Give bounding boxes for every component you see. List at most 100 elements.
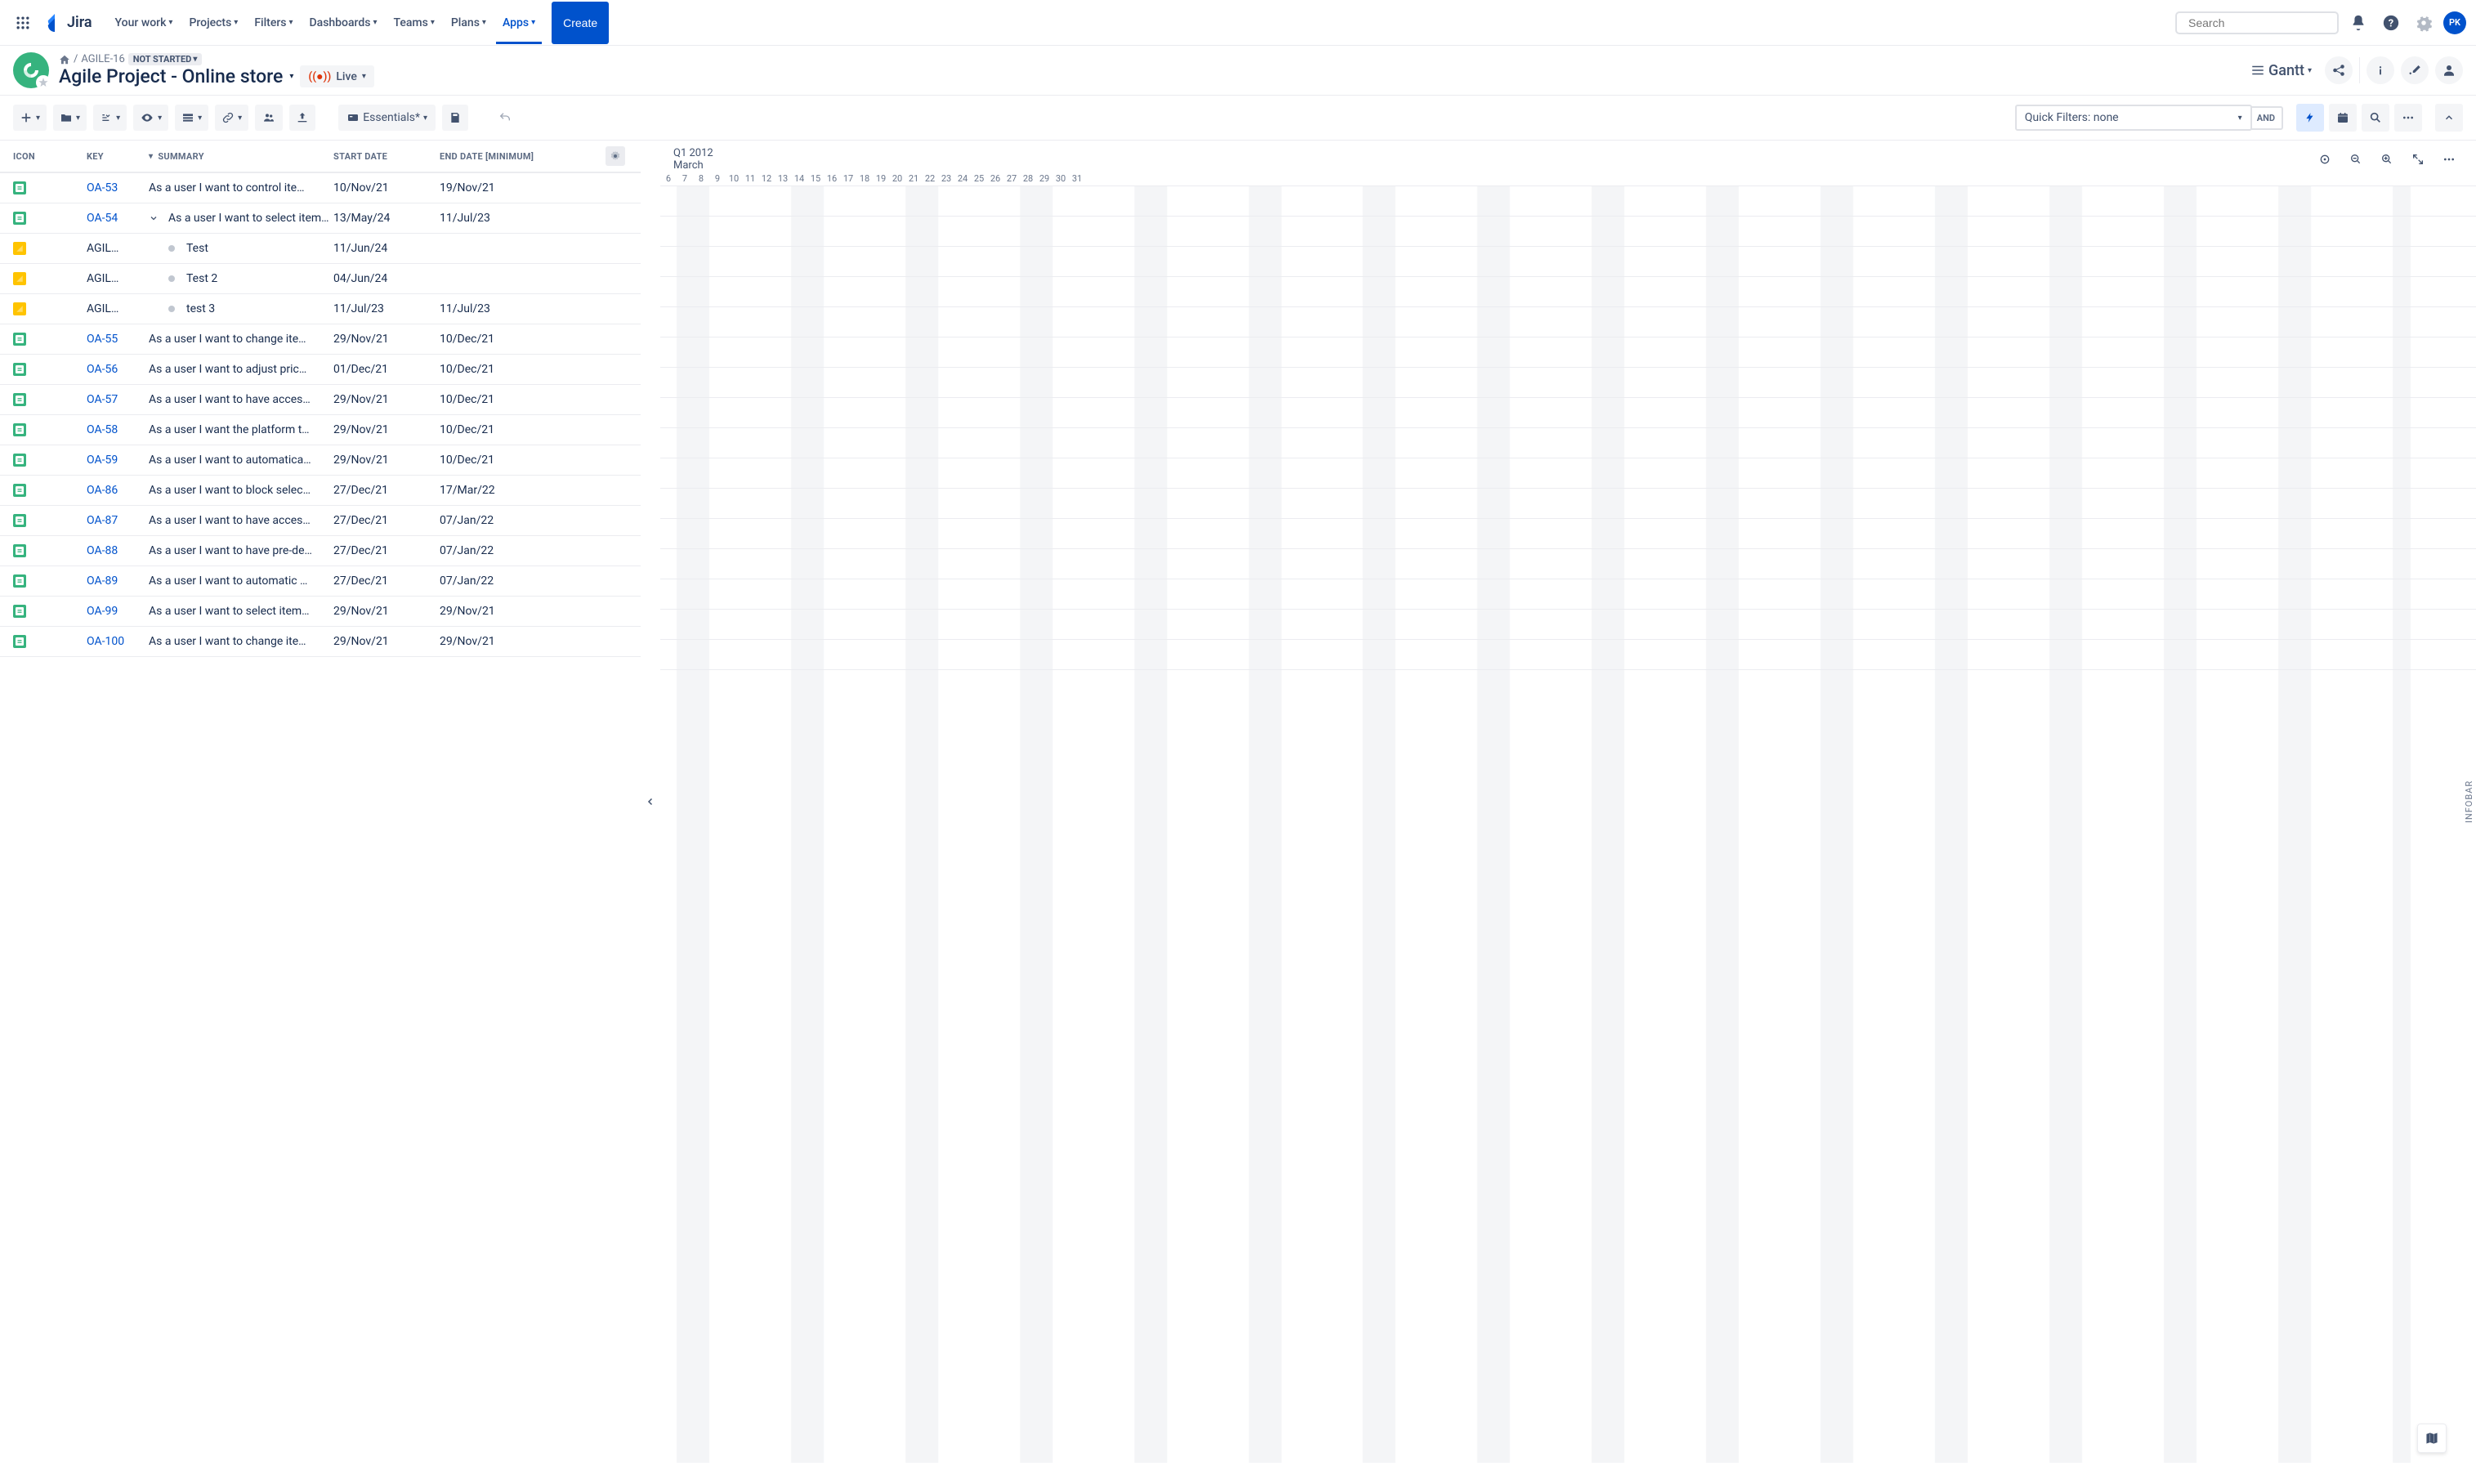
user-avatar[interactable]: PK — [2443, 11, 2466, 34]
table-row[interactable]: OA-86As a user I want to block selecte…2… — [0, 476, 641, 506]
table-row[interactable]: OA-88As a user I want to have pre-defi…2… — [0, 536, 641, 566]
gantt-row[interactable] — [660, 489, 2476, 519]
zoom-in-button[interactable] — [2373, 145, 2401, 173]
save-button[interactable] — [442, 105, 468, 131]
infobar-toggle[interactable]: INFOBAR — [2462, 774, 2476, 829]
table-row[interactable]: AGIL…test 311/Jul/2311/Jul/23 — [0, 294, 641, 324]
sort-button[interactable]: ▾ — [93, 105, 127, 131]
config-button[interactable] — [2401, 56, 2429, 84]
add-button[interactable]: ▾ — [13, 105, 47, 131]
col-header-key[interactable]: KEY — [87, 151, 149, 162]
status-badge[interactable]: NOT STARTED▾ — [128, 53, 203, 65]
gantt-row[interactable] — [660, 579, 2476, 610]
issue-key[interactable]: OA-100 — [87, 635, 124, 648]
table-row[interactable]: OA-99As a user I want to select items f…… — [0, 597, 641, 627]
issue-key[interactable]: OA-59 — [87, 454, 118, 467]
collapse-button[interactable] — [2435, 104, 2463, 132]
issue-key[interactable]: OA-99 — [87, 605, 118, 618]
gantt-row[interactable] — [660, 398, 2476, 428]
visibility-button[interactable]: ▾ — [133, 105, 168, 131]
breadcrumb-project[interactable]: AGILE-16 — [81, 53, 124, 65]
nav-filters[interactable]: Filters▾ — [248, 2, 299, 44]
settings-icon[interactable] — [2411, 10, 2437, 36]
create-button[interactable]: Create — [552, 2, 609, 44]
chart-more-button[interactable] — [2435, 145, 2463, 173]
gantt-row[interactable] — [660, 186, 2476, 217]
user-button[interactable] — [2435, 56, 2463, 84]
table-row[interactable]: OA-56As a user I want to adjust prices…0… — [0, 355, 641, 385]
issue-key[interactable]: OA-86 — [87, 484, 118, 497]
share-button[interactable] — [2325, 56, 2353, 84]
nav-plans[interactable]: Plans▾ — [445, 2, 493, 44]
issue-key[interactable]: OA-54 — [87, 212, 118, 225]
gantt-row[interactable] — [660, 217, 2476, 247]
view-selector[interactable]: Gantt ▾ — [2244, 62, 2318, 79]
fullscreen-button[interactable] — [2404, 145, 2432, 173]
quick-filters-select[interactable]: Quick Filters: none▾ — [2015, 105, 2252, 131]
gantt-row[interactable] — [660, 247, 2476, 277]
live-badge[interactable]: ((●)) Live ▾ — [300, 65, 373, 87]
col-header-icon[interactable]: ICON — [13, 151, 87, 162]
issue-key[interactable]: OA-88 — [87, 544, 118, 557]
export-button[interactable] — [289, 105, 315, 131]
table-row[interactable]: AGIL…Test 204/Jun/24 — [0, 264, 641, 294]
gantt-row[interactable] — [660, 640, 2476, 670]
gantt-row[interactable] — [660, 337, 2476, 368]
more-button[interactable] — [2394, 104, 2422, 132]
link-button[interactable]: ▾ — [215, 105, 248, 131]
table-row[interactable]: OA-87As a user I want to have access …27… — [0, 506, 641, 536]
info-button[interactable] — [2367, 56, 2394, 84]
table-row[interactable]: OA-54As a user I want to select items f…… — [0, 203, 641, 234]
issue-key[interactable]: OA-53 — [87, 181, 118, 194]
table-row[interactable]: OA-53As a user I want to control item …1… — [0, 173, 641, 203]
table-row[interactable]: OA-89As a user I want to automatic m…27/… — [0, 566, 641, 597]
table-row[interactable]: AGIL…Test11/Jun/24 — [0, 234, 641, 264]
undo-button[interactable] — [491, 105, 519, 131]
table-row[interactable]: OA-57As a user I want to have access …29… — [0, 385, 641, 415]
layout-button[interactable]: ▾ — [175, 105, 208, 131]
essentials-button[interactable]: Essentials*▾ — [338, 105, 436, 131]
gantt-row[interactable] — [660, 368, 2476, 398]
nav-apps[interactable]: Apps▾ — [496, 2, 542, 44]
help-icon[interactable]: ? — [2378, 10, 2404, 36]
table-row[interactable]: OA-59As a user I want to automatically…2… — [0, 445, 641, 476]
col-header-start[interactable]: START DATE — [333, 151, 440, 162]
gantt-row[interactable] — [660, 428, 2476, 458]
nav-dashboards[interactable]: Dashboards▾ — [303, 2, 384, 44]
issue-key[interactable]: OA-57 — [87, 393, 118, 406]
search-input[interactable] — [2175, 11, 2339, 34]
zoom-out-button[interactable] — [2342, 145, 2370, 173]
people-button[interactable] — [255, 105, 283, 131]
issue-key[interactable]: OA-55 — [87, 333, 118, 346]
search-button[interactable] — [2362, 104, 2389, 132]
issue-key[interactable]: OA-56 — [87, 363, 118, 376]
panel-collapse-button[interactable] — [641, 789, 660, 814]
issue-key[interactable]: OA-89 — [87, 574, 118, 588]
folder-button[interactable]: ▾ — [53, 105, 87, 131]
center-button[interactable] — [2311, 145, 2339, 173]
gantt-row[interactable] — [660, 277, 2476, 307]
notifications-icon[interactable] — [2345, 10, 2371, 36]
search-field[interactable] — [2188, 16, 2336, 29]
gantt-row[interactable] — [660, 458, 2476, 489]
nav-teams[interactable]: Teams▾ — [387, 2, 441, 44]
gantt-row[interactable] — [660, 610, 2476, 640]
jira-logo[interactable]: Jira — [36, 14, 102, 32]
nav-your-work[interactable]: Your work▾ — [109, 2, 180, 44]
star-icon[interactable] — [36, 75, 51, 90]
chevron-down-icon[interactable]: ▾ — [289, 72, 293, 81]
calendar-button[interactable] — [2329, 104, 2357, 132]
app-switcher-icon[interactable] — [10, 10, 36, 36]
table-row[interactable]: OA-100As a user I want to change item …2… — [0, 627, 641, 657]
issue-key[interactable]: OA-58 — [87, 423, 118, 436]
column-settings-button[interactable] — [606, 146, 625, 166]
gantt-row[interactable] — [660, 307, 2476, 337]
col-header-summary[interactable]: ▾ SUMMARY — [149, 151, 333, 162]
minimap-button[interactable] — [2417, 1424, 2447, 1453]
nav-projects[interactable]: Projects▾ — [182, 2, 244, 44]
expand-icon[interactable] — [149, 213, 159, 223]
col-header-end[interactable]: END DATE [MINIMUM] — [440, 151, 603, 162]
gantt-row[interactable] — [660, 519, 2476, 549]
table-row[interactable]: OA-58As a user I want the platform to …2… — [0, 415, 641, 445]
lightning-button[interactable] — [2296, 104, 2324, 132]
